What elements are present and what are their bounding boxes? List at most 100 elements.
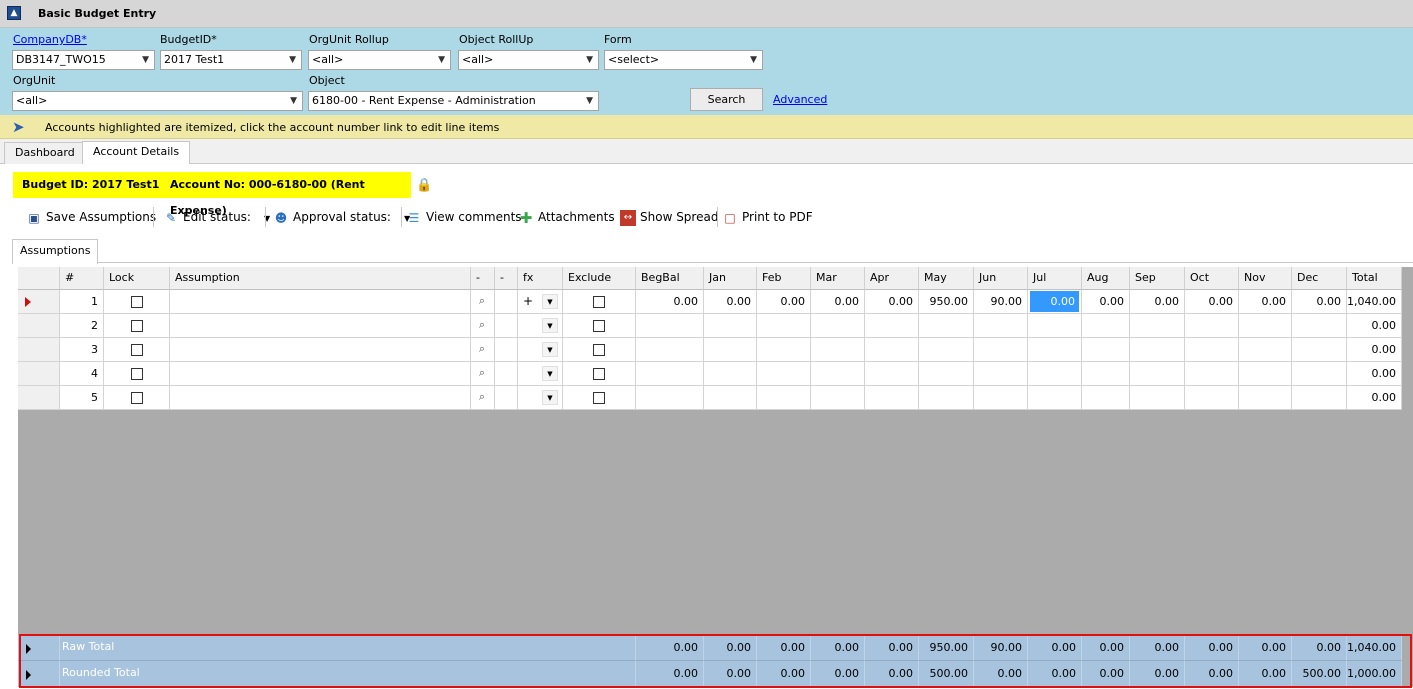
companydb-select[interactable]: DB3147_TWO15 ▼ — [12, 50, 155, 70]
magnifier-icon[interactable]: ⌕ — [479, 318, 485, 332]
total-row-selector[interactable] — [18, 661, 60, 687]
month-cell[interactable] — [1130, 362, 1185, 386]
begbal-cell[interactable] — [636, 362, 704, 386]
magnifier-icon[interactable]: ⌕ — [479, 366, 485, 380]
month-cell[interactable] — [757, 314, 811, 338]
assumption-input[interactable] — [170, 314, 471, 338]
month-cell[interactable] — [919, 314, 974, 338]
assumption-input[interactable] — [170, 338, 471, 362]
month-cell[interactable]: 0.00 — [1082, 290, 1130, 314]
month-cell[interactable] — [1239, 362, 1292, 386]
column-header[interactable]: May — [919, 267, 974, 290]
column-header[interactable]: Exclude — [563, 267, 636, 290]
orgunit-select[interactable]: <all> ▼ — [12, 91, 303, 111]
row-selector[interactable] — [18, 314, 60, 338]
month-cell[interactable] — [974, 362, 1028, 386]
month-cell[interactable] — [1082, 386, 1130, 410]
month-cell[interactable] — [865, 338, 919, 362]
fx-cell[interactable]: ▼ — [518, 386, 563, 410]
month-cell[interactable]: 950.00 — [919, 290, 974, 314]
chevron-down-icon[interactable]: ▼ — [542, 318, 558, 333]
table-row[interactable]: 2 ⌕ ▼ 0.00 — [18, 314, 1411, 338]
fx-cell[interactable]: ▼ — [518, 338, 563, 362]
begbal-cell[interactable] — [636, 338, 704, 362]
lock-checkbox[interactable] — [130, 367, 143, 380]
magnifier-icon[interactable]: ⌕ — [479, 390, 485, 404]
month-cell[interactable] — [1130, 386, 1185, 410]
lock-checkbox[interactable] — [130, 343, 143, 356]
column-header[interactable]: Oct — [1185, 267, 1239, 290]
selected-cell[interactable]: 0.00 — [1030, 291, 1079, 312]
lock-checkbox[interactable] — [130, 319, 143, 332]
month-cell[interactable]: 0.00 — [704, 290, 757, 314]
chevron-down-icon[interactable]: ▼ — [542, 390, 558, 405]
month-cell[interactable] — [1239, 314, 1292, 338]
form-select[interactable]: <select> ▼ — [604, 50, 763, 70]
month-cell[interactable] — [1082, 338, 1130, 362]
column-header[interactable]: Sep — [1130, 267, 1185, 290]
month-cell[interactable] — [974, 314, 1028, 338]
lock-checkbox[interactable] — [130, 295, 143, 308]
companydb-label-link[interactable]: CompanyDB* — [13, 33, 87, 46]
month-cell[interactable] — [1028, 362, 1082, 386]
print-pdf-button[interactable]: □ Print to PDF — [722, 206, 812, 228]
table-row[interactable]: 5 ⌕ ▼ 0.00 — [18, 386, 1411, 410]
month-cell[interactable]: 0.00 — [1239, 290, 1292, 314]
assumption-input[interactable] — [170, 290, 471, 314]
budgetid-select[interactable]: 2017 Test1 ▼ — [160, 50, 302, 70]
month-cell[interactable] — [919, 386, 974, 410]
month-cell[interactable] — [865, 386, 919, 410]
advanced-link[interactable]: Advanced — [773, 93, 827, 106]
month-cell[interactable] — [1130, 314, 1185, 338]
month-cell[interactable] — [811, 386, 865, 410]
month-cell[interactable]: 0.00 — [757, 290, 811, 314]
table-row[interactable]: 3 ⌕ ▼ 0.00 — [18, 338, 1411, 362]
total-row-selector[interactable] — [18, 635, 60, 661]
fx-cell[interactable]: ▼ — [518, 314, 563, 338]
search-button[interactable]: Search — [690, 88, 763, 111]
chevron-down-icon[interactable]: ▼ — [542, 342, 558, 357]
column-header[interactable]: fx — [518, 267, 563, 290]
column-header[interactable]: Nov — [1239, 267, 1292, 290]
exclude-checkbox[interactable] — [593, 367, 605, 380]
object-rollup-select[interactable]: <all> ▼ — [458, 50, 599, 70]
month-cell[interactable] — [811, 314, 865, 338]
month-cell[interactable]: 0.00 — [1028, 290, 1082, 314]
month-cell[interactable] — [811, 362, 865, 386]
fx-cell[interactable]: + ▼ — [518, 290, 563, 314]
chevron-down-icon[interactable]: ▼ — [542, 294, 558, 309]
column-header[interactable]: Feb — [757, 267, 811, 290]
month-cell[interactable] — [1292, 362, 1347, 386]
column-header[interactable]: Mar — [811, 267, 865, 290]
save-assumptions-button[interactable]: ▣ Save Assumptions — [26, 206, 156, 228]
exclude-checkbox[interactable] — [593, 295, 605, 308]
show-spread-button[interactable]: ↔ Show Spread — [620, 206, 718, 228]
month-cell[interactable] — [1082, 362, 1130, 386]
column-header[interactable]: Total — [1347, 267, 1402, 290]
object-select[interactable]: 6180-00 - Rent Expense - Administration ▼ — [308, 91, 599, 111]
column-header[interactable]: BegBal — [636, 267, 704, 290]
lock-checkbox[interactable] — [130, 391, 143, 404]
month-cell[interactable] — [1185, 386, 1239, 410]
month-cell[interactable] — [704, 314, 757, 338]
tab-dashboard[interactable]: Dashboard — [4, 142, 86, 164]
month-cell[interactable]: 0.00 — [1185, 290, 1239, 314]
magnifier-icon[interactable]: ⌕ — [479, 294, 485, 308]
month-cell[interactable] — [704, 386, 757, 410]
collapse-icon[interactable]: ▲ — [7, 6, 21, 20]
exclude-checkbox[interactable] — [593, 319, 605, 332]
fx-cell[interactable]: ▼ — [518, 362, 563, 386]
assumption-input[interactable] — [170, 386, 471, 410]
month-cell[interactable] — [757, 362, 811, 386]
month-cell[interactable] — [811, 338, 865, 362]
month-cell[interactable] — [1239, 386, 1292, 410]
month-cell[interactable] — [1292, 314, 1347, 338]
column-header[interactable]: Assumption — [170, 267, 471, 290]
column-header[interactable]: - — [471, 267, 495, 290]
month-cell[interactable]: 0.00 — [811, 290, 865, 314]
column-header[interactable]: Jan — [704, 267, 757, 290]
month-cell[interactable] — [974, 338, 1028, 362]
tab-account-details[interactable]: Account Details — [82, 141, 191, 164]
chevron-down-icon[interactable]: ▼ — [542, 366, 558, 381]
magnifier-icon[interactable]: ⌕ — [479, 342, 485, 356]
